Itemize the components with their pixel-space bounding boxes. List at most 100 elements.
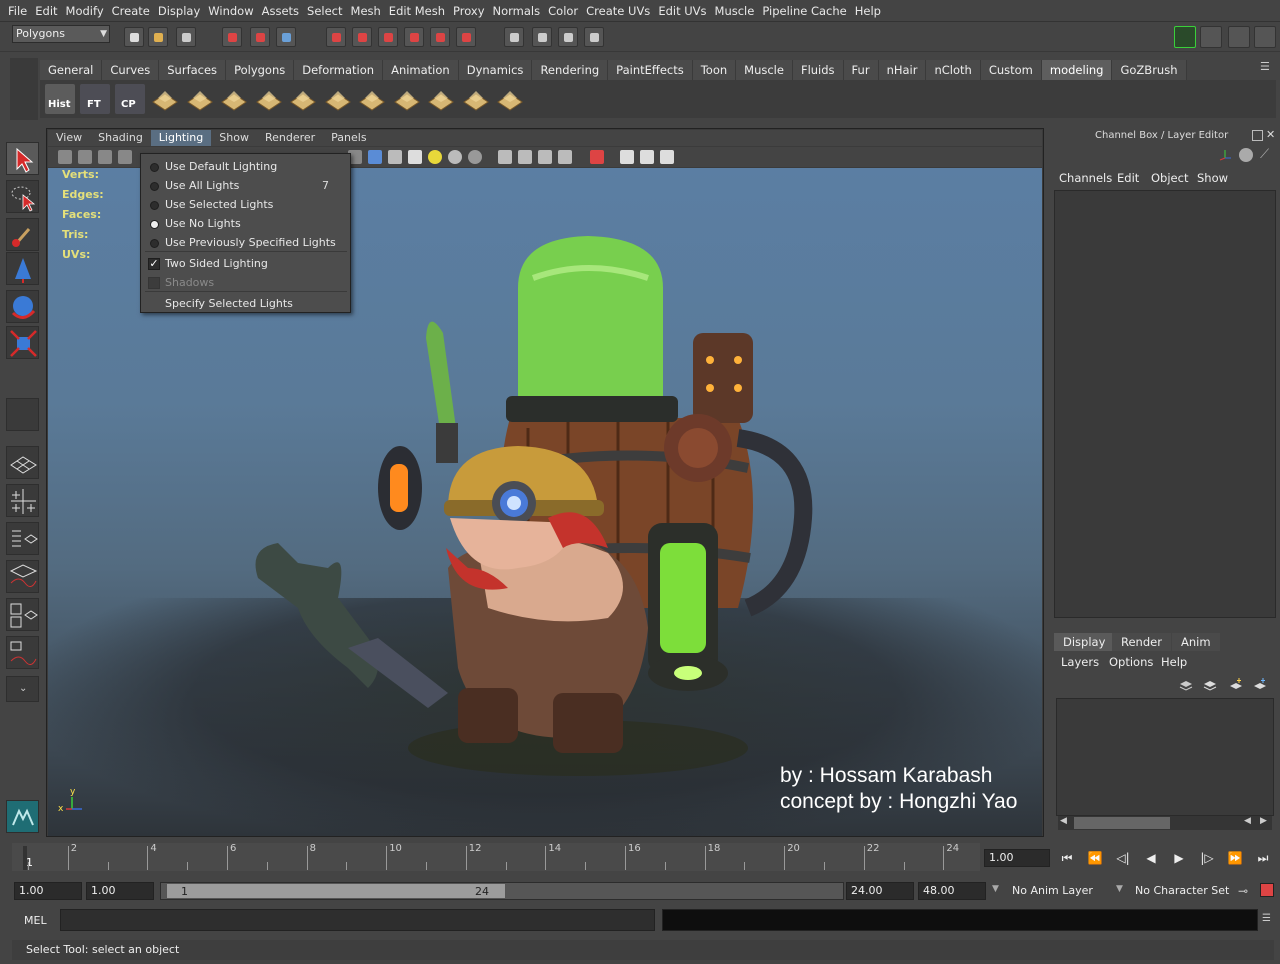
render-view-icon[interactable] xyxy=(504,27,524,47)
float-panel-icon[interactable] xyxy=(1252,130,1263,141)
isolate-select-icon[interactable] xyxy=(590,150,604,164)
menu-mesh[interactable]: Mesh xyxy=(347,0,385,22)
layer-menu-options[interactable]: Options xyxy=(1109,655,1153,669)
shadows-icon[interactable] xyxy=(448,150,462,164)
shelf-tab-curves[interactable]: Curves xyxy=(102,60,160,80)
bevel-icon[interactable] xyxy=(392,84,422,114)
merge-vertex-icon[interactable] xyxy=(357,84,387,114)
lighting-menu-item-two-sided-lighting[interactable]: ✓ Two Sided Lighting xyxy=(141,255,350,273)
tool-settings-icon[interactable]: ⟋ xyxy=(1260,148,1274,162)
layer-scrollbar[interactable]: ◀ ◀ ▶ xyxy=(1058,816,1272,830)
layer-menu-help[interactable]: Help xyxy=(1161,655,1187,669)
show-attribute-editor-icon[interactable] xyxy=(1200,26,1222,48)
channel-box-icon[interactable] xyxy=(1218,148,1232,162)
shelf-tab-dynamics[interactable]: Dynamics xyxy=(458,60,533,80)
shelf-tab-muscle[interactable]: Muscle xyxy=(736,60,793,80)
anim-layer-selector[interactable]: No Anim Layer xyxy=(1012,884,1093,897)
step-forward-key-button[interactable]: ⏩ xyxy=(1226,850,1244,866)
snap-point-icon[interactable] xyxy=(378,27,398,47)
use-all-lights-icon[interactable] xyxy=(428,150,442,164)
menu-normals[interactable]: Normals xyxy=(489,0,545,22)
viewport-menu-lighting[interactable]: Lighting xyxy=(150,130,212,146)
shelf-tab-rendering[interactable]: Rendering xyxy=(532,60,609,80)
go-to-start-button[interactable]: ⏮ xyxy=(1058,850,1076,866)
save-scene-icon[interactable] xyxy=(176,27,196,47)
shelf-handle[interactable] xyxy=(10,58,38,120)
layer-tab-display[interactable]: Display xyxy=(1054,633,1115,651)
motion-blur-icon[interactable] xyxy=(518,150,532,164)
shelf-tab-custom[interactable]: Custom xyxy=(980,60,1042,80)
graph-persp-layout-button[interactable] xyxy=(6,636,39,669)
shelf-tab-general[interactable]: General xyxy=(40,60,103,80)
scroll-left-icon[interactable]: ◀ xyxy=(1060,816,1067,826)
menu-file[interactable]: File xyxy=(4,0,31,22)
menu-display[interactable]: Display xyxy=(154,0,204,22)
show-tool-settings-icon[interactable] xyxy=(1228,26,1250,48)
outliner-layout-button[interactable] xyxy=(6,522,39,555)
menu-pipeline-cache[interactable]: Pipeline Cache xyxy=(758,0,850,22)
smooth-shade-icon[interactable] xyxy=(368,150,382,164)
chevron-down-icon[interactable]: ▼ xyxy=(1116,884,1123,894)
snap-curve-icon[interactable] xyxy=(352,27,372,47)
step-forward-frame-button[interactable]: |▷ xyxy=(1198,850,1216,866)
select-component-icon[interactable] xyxy=(276,27,296,47)
lighting-menu-item-specify-selected-lights[interactable]: Specify Selected Lights xyxy=(141,295,350,313)
shelf-tab-nhair[interactable]: nHair xyxy=(878,60,927,80)
ipr-render-icon[interactable] xyxy=(558,27,578,47)
layout-menu-button[interactable]: ⌄ xyxy=(6,676,39,702)
paint-select-tool-button[interactable] xyxy=(6,218,39,251)
script-editor-icon[interactable]: ☰ xyxy=(1262,913,1274,927)
render-settings-icon[interactable] xyxy=(584,27,604,47)
xray-joints-icon[interactable] xyxy=(620,150,634,164)
lighting-menu-item-use-previously-specified-lights[interactable]: Use Previously Specified Lights xyxy=(141,234,350,252)
go-to-end-button[interactable]: ⏭ xyxy=(1254,850,1272,866)
image-plane-icon[interactable] xyxy=(98,150,112,164)
append-polygon-icon[interactable] xyxy=(219,84,249,114)
scroll-thumb[interactable] xyxy=(1074,817,1170,829)
smooth-icon[interactable] xyxy=(426,84,456,114)
graph-editor-layout-button[interactable] xyxy=(6,560,39,593)
viewport-settings-icon[interactable] xyxy=(660,150,674,164)
combine-icon[interactable] xyxy=(495,84,525,114)
channel-box-menu-edit[interactable]: Edit xyxy=(1117,171,1139,185)
open-scene-icon[interactable] xyxy=(148,27,168,47)
xray-components-icon[interactable] xyxy=(640,150,654,164)
move-tool-button[interactable] xyxy=(6,252,39,285)
range-slider-thumb[interactable]: 1 24 xyxy=(166,883,506,899)
menu-window[interactable]: Window xyxy=(204,0,257,22)
channel-box-menu-object[interactable]: Object xyxy=(1151,171,1188,185)
new-layer-selected-icon[interactable] xyxy=(1202,676,1218,692)
center-pivot-button[interactable]: CP xyxy=(115,84,145,114)
viewport-menu-panels[interactable]: Panels xyxy=(323,130,374,146)
wireframe-on-shaded-icon[interactable] xyxy=(388,150,402,164)
scroll-left-icon[interactable]: ◀ xyxy=(1244,816,1251,826)
current-time-field[interactable]: 1.00 xyxy=(984,849,1050,867)
step-back-frame-button[interactable]: ◁| xyxy=(1114,850,1132,866)
menu-select[interactable]: Select xyxy=(303,0,346,22)
menu-modify[interactable]: Modify xyxy=(62,0,108,22)
dof-icon[interactable] xyxy=(558,150,572,164)
lighting-menu-item-use-all-lights[interactable]: Use All Lights 7 xyxy=(141,177,350,195)
ssao-icon[interactable] xyxy=(498,150,512,164)
shelf-tab-fluids[interactable]: Fluids xyxy=(792,60,844,80)
command-input[interactable] xyxy=(60,909,655,931)
menu-assets[interactable]: Assets xyxy=(258,0,303,22)
separate-icon[interactable] xyxy=(461,84,491,114)
camera-attributes-icon[interactable] xyxy=(58,150,72,164)
shelf-menu-icon[interactable]: ☰ xyxy=(1260,60,1274,74)
shelf-tab-fur[interactable]: Fur xyxy=(843,60,879,80)
shelf-tab-surfaces[interactable]: Surfaces xyxy=(159,60,227,80)
split-polygon-icon[interactable] xyxy=(254,84,284,114)
new-scene-icon[interactable] xyxy=(124,27,144,47)
snap-live-icon[interactable] xyxy=(430,27,450,47)
history-toggle-button[interactable]: Hist xyxy=(45,84,75,114)
play-forwards-button[interactable]: ▶ xyxy=(1170,850,1188,866)
viewport-menu-shading[interactable]: Shading xyxy=(90,130,151,146)
layer-add-selected-icon[interactable] xyxy=(1252,676,1268,692)
lasso-tool-button[interactable] xyxy=(6,180,39,213)
lighting-menu-item-use-no-lights[interactable]: Use No Lights xyxy=(141,215,350,233)
channel-box-menu-channels[interactable]: Channels xyxy=(1059,171,1112,185)
scale-tool-button[interactable] xyxy=(6,326,39,359)
hypershade-layout-button[interactable] xyxy=(6,598,39,631)
viewport-menu-view[interactable]: View xyxy=(48,130,90,146)
